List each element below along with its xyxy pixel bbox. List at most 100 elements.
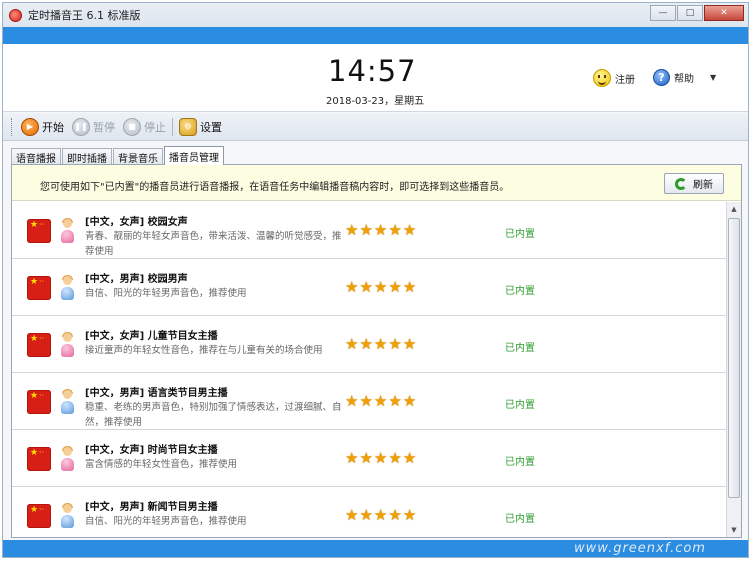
stop-label: 停止 (144, 120, 166, 134)
clock-date: 2018-03-23，星期五 (326, 96, 425, 107)
announcer-status: 已内置 (505, 343, 535, 354)
announcer-description: 稳重、老练的男声音色，特别加强了情感表达，过渡细腻、自然，推荐使用 (85, 402, 342, 428)
china-flag-icon (27, 504, 51, 528)
announcer-row[interactable]: [中文，男声] 新闻节目男主播自信、阳光的年轻男声音色，推荐使用★★★★★已内置 (12, 487, 726, 537)
star-icon: ★ (388, 506, 402, 524)
star-icon: ★ (373, 506, 388, 524)
notice-text: 您可使用如下"已内置"的播音员进行语音播报，在语音任务中编辑播音稿内容时，即可选… (40, 182, 510, 193)
refresh-label: 刷新 (693, 180, 713, 191)
star-icon: ★ (373, 221, 388, 239)
announcer-row[interactable]: [中文，女声] 儿童节目女主播接近童声的年轻女性音色，推荐在与儿童有关的场合使用… (12, 316, 726, 373)
china-flag-icon (27, 276, 51, 300)
announcer-status: 已内置 (505, 457, 535, 468)
announcer-status: 已内置 (505, 514, 535, 525)
window-controls: — □ ✕ (650, 5, 744, 21)
male-voice-icon (60, 275, 74, 302)
tab-bar: 语音播报 即时插播 背景音乐 播音员管理 (11, 146, 225, 165)
star-icon: ★ (359, 392, 373, 410)
minimize-button[interactable]: — (650, 5, 676, 21)
announcer-description: 富含情感的年轻女性音色，推荐使用 (85, 459, 238, 470)
star-icon: ★ (345, 392, 359, 410)
announcer-name: [中文，女声] 校园女声 (85, 217, 188, 228)
rating-stars: ★ ★ ★ ★ ★ (345, 450, 416, 466)
announcer-list: [中文，女声] 校园女声青春、靓丽的年轻女声音色，带来活泼、温馨的听觉感受，推荐… (12, 202, 726, 537)
announcer-description: 接近童声的年轻女性音色，推荐在与儿童有关的场合使用 (85, 345, 323, 356)
star-icon: ★ (359, 278, 373, 296)
scroll-up-icon[interactable]: ▲ (727, 202, 741, 216)
help-menu[interactable]: ? 帮助 ▼ (653, 69, 716, 86)
china-flag-icon (27, 219, 51, 243)
star-icon: ★ (402, 506, 417, 524)
register-link[interactable]: 注册 (593, 69, 635, 87)
star-icon: ★ (359, 449, 373, 467)
register-label: 注册 (615, 74, 635, 86)
female-voice-icon (60, 218, 74, 245)
announcer-panel: 您可使用如下"已内置"的播音员进行语音播报，在语音任务中编辑播音稿内容时，即可选… (11, 164, 742, 538)
announcer-description: 自信、阳光的年轻男声音色，推荐使用 (85, 288, 247, 299)
announcer-status: 已内置 (505, 400, 535, 411)
rating-stars: ★ ★ ★ ★ ★ (345, 336, 416, 352)
rating-stars: ★ ★ ★ ★ ★ (345, 279, 416, 295)
maximize-button[interactable]: □ (677, 5, 703, 21)
rating-stars: ★ ★ ★ ★ ★ (345, 222, 416, 238)
notice-bar: 您可使用如下"已内置"的播音员进行语音播报，在语音任务中编辑播音稿内容时，即可选… (12, 165, 741, 201)
star-icon: ★ (373, 392, 388, 410)
stop-icon: ■ (123, 117, 141, 136)
clock-panel: 14:57 2018-03-23，星期五 注册 ? 帮助 ▼ (3, 44, 748, 112)
star-icon: ★ (345, 278, 359, 296)
title-bar: 定时播音王 6.1 标准版 — □ ✕ (3, 3, 748, 27)
tab-background-music[interactable]: 背景音乐 (113, 148, 163, 165)
china-flag-icon (27, 390, 51, 414)
app-window: 定时播音王 6.1 标准版 — □ ✕ 14:57 2018-03-23，星期五… (2, 2, 749, 558)
watermark-text: www.greenxf.com (574, 541, 706, 556)
start-label: 开始 (42, 120, 64, 134)
star-icon: ★ (402, 221, 417, 239)
settings-button[interactable]: ⚙ 设置 (179, 117, 222, 136)
star-icon: ★ (345, 506, 359, 524)
star-icon: ★ (373, 278, 388, 296)
tab-announcer-management[interactable]: 播音员管理 (164, 146, 224, 165)
announcer-row[interactable]: [中文，男声] 语言类节目男主播稳重、老练的男声音色，特别加强了情感表达，过渡细… (12, 373, 726, 430)
window-title: 定时播音王 6.1 标准版 (28, 9, 141, 22)
top-accent-bar (3, 27, 748, 44)
chevron-down-icon: ▼ (710, 73, 717, 82)
toolbar-separator (172, 117, 173, 136)
male-voice-icon (60, 389, 74, 416)
start-button[interactable]: ▶ 开始 (21, 117, 64, 136)
pause-label: 暂停 (93, 120, 115, 134)
star-icon: ★ (373, 335, 388, 353)
announcer-row[interactable]: [中文，女声] 校园女声青春、靓丽的年轻女声音色，带来活泼、温馨的听觉感受，推荐… (12, 202, 726, 259)
china-flag-icon (27, 447, 51, 471)
vertical-scrollbar[interactable]: ▲ ▼ (726, 202, 741, 537)
star-icon: ★ (373, 449, 388, 467)
star-icon: ★ (388, 449, 402, 467)
star-icon: ★ (359, 221, 373, 239)
smiley-icon (593, 69, 611, 87)
main-toolbar: ▶ 开始 ❚❚ 暂停 ■ 停止 ⚙ 设置 (3, 113, 748, 141)
announcer-description: 青春、靓丽的年轻女声音色，带来活泼、温馨的听觉感受，推荐使用 (85, 231, 342, 257)
pause-button[interactable]: ❚❚ 暂停 (72, 117, 115, 136)
tab-instant-insert[interactable]: 即时插播 (62, 148, 112, 165)
female-voice-icon (60, 446, 74, 473)
stop-button[interactable]: ■ 停止 (123, 117, 166, 136)
rating-stars: ★ ★ ★ ★ ★ (345, 393, 416, 409)
china-flag-icon (27, 333, 51, 357)
star-icon: ★ (402, 392, 417, 410)
star-icon: ★ (359, 335, 373, 353)
pause-icon: ❚❚ (72, 117, 90, 136)
star-icon: ★ (402, 335, 417, 353)
refresh-button[interactable]: 刷新 (664, 173, 724, 194)
settings-label: 设置 (200, 120, 222, 134)
star-icon: ★ (359, 506, 373, 524)
star-icon: ★ (388, 392, 402, 410)
tab-voice-broadcast[interactable]: 语音播报 (11, 148, 61, 165)
female-voice-icon (60, 332, 74, 359)
announcer-row[interactable]: [中文，男声] 校园男声自信、阳光的年轻男声音色，推荐使用★★★★★已内置 (12, 259, 726, 316)
announcer-row[interactable]: [中文，女声] 时尚节目女主播富含情感的年轻女性音色，推荐使用★★★★★已内置 (12, 430, 726, 487)
scroll-down-icon[interactable]: ▼ (727, 523, 741, 537)
star-icon: ★ (402, 449, 417, 467)
announcer-status: 已内置 (505, 229, 535, 240)
scrollbar-thumb[interactable] (728, 218, 740, 498)
close-button[interactable]: ✕ (704, 5, 744, 21)
play-icon: ▶ (21, 117, 39, 136)
